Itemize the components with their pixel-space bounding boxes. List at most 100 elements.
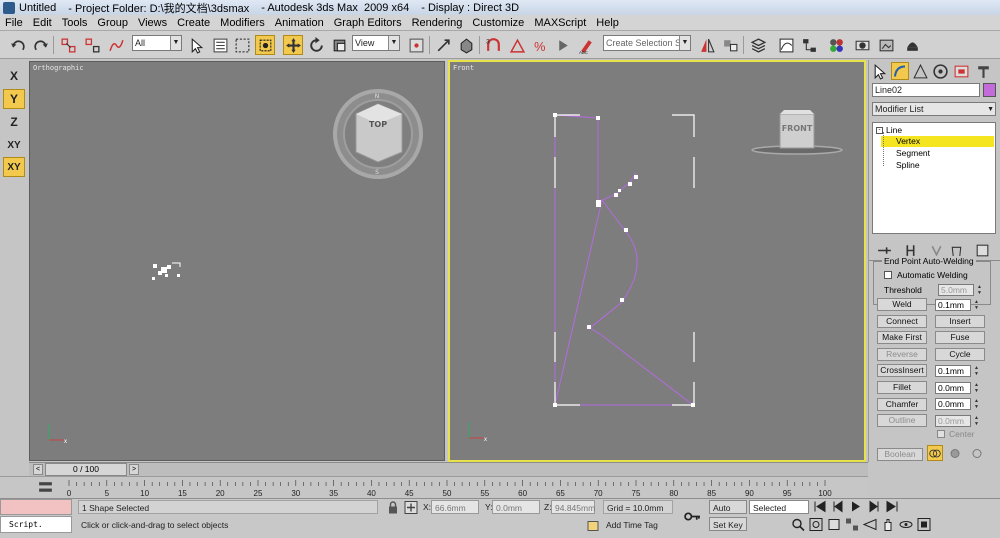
bind-to-space-warp-icon[interactable]: [106, 35, 126, 55]
menu-file[interactable]: File: [0, 17, 28, 29]
unlink-selection-icon[interactable]: [82, 35, 102, 55]
zoom-icon[interactable]: [790, 516, 806, 532]
axis-y-button[interactable]: Y: [3, 89, 25, 109]
material-editor-icon[interactable]: [826, 35, 846, 55]
selection-lock-icon[interactable]: [385, 499, 401, 515]
display-tab-icon[interactable]: [952, 62, 970, 80]
spinner-arrows[interactable]: ▲ ▼: [973, 365, 980, 377]
align-icon[interactable]: [720, 35, 740, 55]
maxscript-listener-mini[interactable]: [0, 499, 72, 515]
axis-xy-plane-button[interactable]: XY: [3, 157, 25, 177]
menu-customize[interactable]: Customize: [467, 17, 529, 29]
z-coord-field[interactable]: 94.845mm: [551, 500, 595, 514]
redo-icon[interactable]: [30, 35, 50, 55]
viewport-front[interactable]: Front x FRONT: [448, 60, 866, 462]
insert-button[interactable]: Insert: [935, 314, 985, 328]
maximize-viewport-icon[interactable]: [916, 516, 932, 532]
boolean-button[interactable]: Boolean: [877, 448, 923, 461]
auto-key-button[interactable]: Auto Key: [709, 500, 747, 527]
outline-spinner[interactable]: 0.0mm: [935, 414, 971, 427]
stack-item-spline[interactable]: Spline: [896, 160, 920, 170]
outline-button[interactable]: Outline: [877, 414, 927, 428]
key-filter-dropdown[interactable]: Selected: [749, 500, 809, 514]
boolean-intersect-icon[interactable]: [969, 445, 985, 461]
select-and-rotate-icon[interactable]: [306, 35, 326, 55]
viewport-orthographic[interactable]: Orthographic N S x TOP: [29, 61, 445, 461]
next-key-icon[interactable]: [866, 499, 882, 514]
spinner-arrows[interactable]: ▲ ▼: [973, 299, 980, 311]
orbit-icon[interactable]: [898, 516, 914, 532]
create-tab-icon[interactable]: [871, 62, 889, 80]
modify-tab-icon[interactable]: [891, 62, 909, 80]
fuse-button[interactable]: Fuse: [935, 331, 985, 345]
viewcube-top-label[interactable]: TOP: [363, 120, 393, 129]
x-coord-field[interactable]: 66.6mm: [431, 500, 479, 514]
modifier-list-dropdown[interactable]: Modifier List ▼: [872, 102, 996, 116]
key-icon[interactable]: [680, 505, 704, 527]
menu-create[interactable]: Create: [172, 17, 215, 29]
layer-manager-icon[interactable]: [748, 35, 768, 55]
fillet-button[interactable]: Fillet: [877, 381, 927, 394]
axis-z-button[interactable]: Z: [3, 112, 25, 132]
boolean-subtract-icon[interactable]: [949, 445, 965, 461]
named-selection-set-dropdown[interactable]: Create Selection Set ▼: [603, 35, 691, 51]
select-and-move-icon[interactable]: [283, 35, 303, 55]
menu-tools[interactable]: Tools: [57, 17, 93, 29]
mirror-icon[interactable]: [697, 35, 717, 55]
select-by-name-icon[interactable]: [210, 35, 230, 55]
goto-start-icon[interactable]: [812, 499, 828, 514]
motion-tab-icon[interactable]: [931, 62, 949, 80]
quick-render-icon[interactable]: [902, 35, 922, 55]
utilities-tab-icon[interactable]: [974, 62, 992, 80]
threshold-spinner-arrows[interactable]: ▲ ▼: [976, 284, 983, 296]
reference-coordinate-dropdown[interactable]: View ▼: [352, 35, 400, 51]
menu-animation[interactable]: Animation: [270, 17, 329, 29]
render-setup-icon[interactable]: [852, 35, 872, 55]
zoom-all-icon[interactable]: [808, 516, 824, 532]
pan-view-icon[interactable]: [880, 516, 896, 532]
pivot-center-icon[interactable]: [406, 35, 426, 55]
make-first-button[interactable]: Make First: [877, 331, 927, 345]
spinner-snap-icon[interactable]: [553, 35, 573, 55]
previous-frame-icon[interactable]: <: [33, 464, 43, 475]
chamfer-button[interactable]: Chamfer: [877, 397, 927, 411]
fillet-spinner[interactable]: 0.0mm: [935, 381, 971, 394]
select-object-icon[interactable]: [186, 35, 206, 55]
time-tag-icon[interactable]: [585, 517, 601, 533]
field-of-view-icon[interactable]: [862, 516, 878, 532]
menu-edit[interactable]: Edit: [28, 17, 57, 29]
y-coord-field[interactable]: 0.0mm: [492, 500, 540, 514]
crossinsert-button[interactable]: CrossInsert: [877, 364, 927, 378]
weld-button[interactable]: Weld: [877, 298, 927, 311]
time-slider-thumb[interactable]: 0 / 100: [45, 463, 127, 476]
crossinsert-spinner[interactable]: 0.1mm: [935, 364, 971, 377]
stack-item-segment[interactable]: Segment: [896, 148, 930, 158]
select-and-link-icon[interactable]: [58, 35, 78, 55]
undo-icon[interactable]: [8, 35, 28, 55]
selection-filter-dropdown[interactable]: All ▼: [132, 35, 182, 51]
menu-maxscript[interactable]: MAXScript: [529, 17, 591, 29]
script-field[interactable]: Script.: [0, 516, 72, 533]
connect-button[interactable]: Connect: [877, 314, 927, 328]
viewcube-front-label[interactable]: FRONT: [780, 124, 814, 133]
spinner-arrows[interactable]: ▲ ▼: [973, 415, 980, 427]
automatic-welding-checkbox[interactable]: [884, 271, 892, 279]
absolute-mode-transform-icon[interactable]: [403, 499, 419, 515]
time-slider[interactable]: < 0 / 100 >: [29, 462, 868, 476]
menu-rendering[interactable]: Rendering: [407, 17, 468, 29]
rendered-frame-window-icon[interactable]: [876, 35, 896, 55]
spinner-arrows[interactable]: ▲ ▼: [973, 398, 980, 410]
window-crossing-icon[interactable]: [255, 35, 275, 55]
stack-item-line[interactable]: - Line: [876, 125, 902, 135]
stack-item-vertex[interactable]: Vertex: [881, 136, 994, 147]
rectangular-selection-icon[interactable]: [232, 35, 252, 55]
cycle-button[interactable]: Cycle: [935, 347, 985, 361]
select-and-manipulate-icon[interactable]: [433, 35, 453, 55]
chamfer-spinner[interactable]: 0.0mm: [935, 398, 971, 411]
menu-group[interactable]: Group: [92, 17, 133, 29]
zoom-extents-all-icon[interactable]: [844, 516, 860, 532]
spinner-arrows[interactable]: ▲ ▼: [973, 382, 980, 394]
open-mini-curve-editor-icon[interactable]: [36, 478, 54, 496]
threshold-spinner[interactable]: 5.0mm: [938, 284, 974, 296]
zoom-extents-icon[interactable]: [826, 516, 842, 532]
